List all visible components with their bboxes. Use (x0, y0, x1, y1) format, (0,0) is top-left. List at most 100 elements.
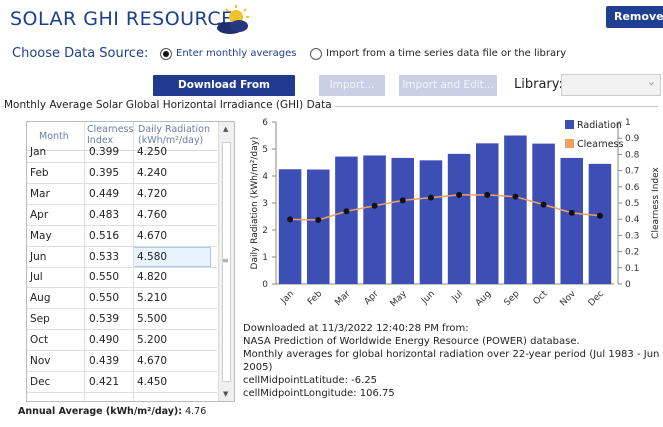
scroll-up-icon[interactable]: ▲ (223, 125, 228, 133)
monthly-data-table: Month Clearness Index Daily Radiation (k… (26, 121, 235, 402)
clearness-cell[interactable]: 0.533 (89, 251, 119, 263)
bar-mar (335, 156, 358, 284)
y2-tick-label: 1 (625, 118, 631, 128)
radiation-cell[interactable]: 5.500 (137, 313, 167, 325)
radiation-cell[interactable]: 5.210 (137, 292, 167, 304)
info-line: Downloaded at 11/3/2022 12:40:28 PM from… (243, 323, 469, 334)
remove-button[interactable]: Remove (606, 6, 663, 28)
page-title: SOLAR GHI RESOURCE (10, 8, 234, 30)
legend-radiation-swatch (565, 120, 574, 129)
clearness-cell[interactable]: 0.516 (89, 230, 119, 242)
scroll-down-icon[interactable]: ▼ (223, 390, 228, 398)
import-and-edit-button[interactable]: Import and Edit... (399, 75, 497, 96)
clearness-cell[interactable]: 0.421 (89, 376, 119, 388)
table-scrollbar[interactable]: ▲ ≡ ▼ (218, 122, 234, 401)
clearness-point-jul (456, 191, 463, 198)
clearness-cell[interactable]: 0.395 (89, 167, 119, 179)
table-row[interactable]: Jul 0.550 4.820 (27, 267, 217, 289)
clearness-cell[interactable]: 0.539 (89, 313, 119, 325)
radiation-cell[interactable]: 4.580 (137, 251, 167, 263)
y2-tick-label: 0.4 (625, 215, 640, 225)
month-cell[interactable]: Oct (30, 334, 48, 346)
import-timeseries-radio[interactable] (310, 47, 323, 60)
clearness-point-jan (287, 216, 294, 223)
radiation-cell[interactable]: 4.720 (137, 188, 167, 200)
clearness-cell[interactable]: 0.550 (89, 292, 119, 304)
radiation-cell[interactable]: 5.200 (137, 334, 167, 346)
table-row[interactable]: Apr 0.483 4.760 (27, 205, 217, 226)
clearness-point-sep (512, 193, 519, 200)
bar-jul (447, 153, 471, 284)
column-divider (133, 122, 134, 401)
clearness-cell[interactable]: 0.550 (89, 271, 119, 283)
clearness-cell[interactable]: 0.449 (89, 188, 119, 200)
monthly-averages-radio[interactable] (160, 47, 172, 60)
y2-tick-label: 0.5 (625, 199, 639, 209)
month-cell[interactable]: Sep (30, 313, 50, 325)
month-cell[interactable]: Mar (30, 188, 50, 200)
month-cell[interactable]: Feb (30, 167, 49, 179)
clearness-cell[interactable]: 0.399 (89, 146, 119, 158)
import-timeseries-label[interactable]: Import from a time series data file or t… (326, 48, 566, 59)
clearness-point-nov (568, 209, 575, 216)
month-cell[interactable]: Apr (30, 209, 48, 221)
x-tick-label: Jan (279, 289, 297, 307)
table-row[interactable]: Nov 0.439 4.670 (27, 351, 217, 372)
month-cell[interactable]: Dec (30, 376, 50, 388)
table-row[interactable]: May 0.516 4.670 (27, 226, 217, 247)
bar-may (391, 157, 415, 284)
radiation-cell[interactable]: 4.240 (137, 167, 167, 179)
x-tick-label: Feb (306, 289, 325, 308)
table-row[interactable]: Dec 0.421 4.450 (27, 372, 217, 393)
bar-nov (560, 157, 584, 284)
library-label: Library: (514, 77, 563, 92)
download-from-internet-button[interactable]: Download From Internet... (153, 75, 295, 112)
table-row[interactable]: Mar 0.449 4.720 (27, 184, 217, 205)
radiation-cell[interactable]: 4.760 (137, 209, 167, 221)
radiation-clearness-chart: 0 1 2 3 4 5 6 0 0.1 0.2 0.3 0.4 0.5 0.6 0.7 0.8 0.9 1 Jan F… (250, 118, 661, 309)
clearness-point-oct (540, 201, 547, 208)
clearness-point-may (399, 197, 406, 204)
legend-radiation-label: Radiation (577, 120, 622, 131)
sun-cloud-icon (217, 5, 249, 34)
table-row[interactable]: Jan 0.399 4.250 (27, 142, 217, 163)
clearness-cell[interactable]: 0.483 (89, 209, 119, 221)
annual-average-value: 4.76 (185, 406, 207, 417)
info-line: NASA Prediction of Worldwide Energy Reso… (243, 336, 580, 347)
download-info: Downloaded at 11/3/2022 12:40:28 PM from… (243, 322, 663, 400)
y-tick-label: 0 (262, 280, 268, 290)
x-tick-label: Jun (419, 289, 437, 307)
monthly-averages-label[interactable]: Enter monthly averages (176, 48, 297, 59)
clearness-point-dec (596, 212, 603, 219)
column-header-month[interactable]: Month (39, 131, 69, 142)
y2-tick-label: 0 (625, 280, 631, 290)
clearness-point-feb (315, 217, 322, 224)
table-row[interactable]: Oct 0.490 5.200 (27, 330, 217, 352)
table-row[interactable]: Sep 0.539 5.500 (27, 309, 217, 331)
bar-aug (475, 143, 499, 284)
annual-average: Annual Average (kWh/m²/day): 4.76 (18, 406, 206, 417)
y2-tick-label: 0.1 (625, 264, 639, 274)
table-row[interactable]: Jun 0.533 4.580 (27, 246, 217, 268)
radiation-cell[interactable]: 4.450 (137, 376, 167, 388)
radiation-cell[interactable]: 4.670 (137, 230, 167, 242)
clearness-cell[interactable]: 0.490 (89, 334, 119, 346)
import-button[interactable]: Import... (319, 75, 385, 96)
radiation-cell[interactable]: 4.820 (137, 271, 167, 283)
month-cell[interactable]: Jul (30, 271, 43, 283)
bar-feb (306, 169, 330, 284)
table-row[interactable]: Feb 0.395 4.240 (27, 163, 217, 184)
month-cell[interactable]: Jan (30, 146, 46, 158)
month-cell[interactable]: Aug (30, 292, 51, 304)
clearness-cell[interactable]: 0.439 (89, 355, 119, 367)
month-cell[interactable]: May (30, 230, 52, 242)
bar-jun (419, 160, 443, 284)
library-dropdown[interactable] (561, 74, 661, 96)
month-cell[interactable]: Jun (30, 251, 46, 263)
radiation-cell[interactable]: 4.670 (137, 355, 167, 367)
y2-axis-title: Clearness Index (651, 167, 661, 239)
table-row[interactable]: Aug 0.550 5.210 (27, 288, 217, 310)
radiation-cell[interactable]: 4.250 (137, 146, 167, 158)
month-cell[interactable]: Nov (30, 355, 51, 367)
x-tick-label: Sep (502, 289, 521, 308)
